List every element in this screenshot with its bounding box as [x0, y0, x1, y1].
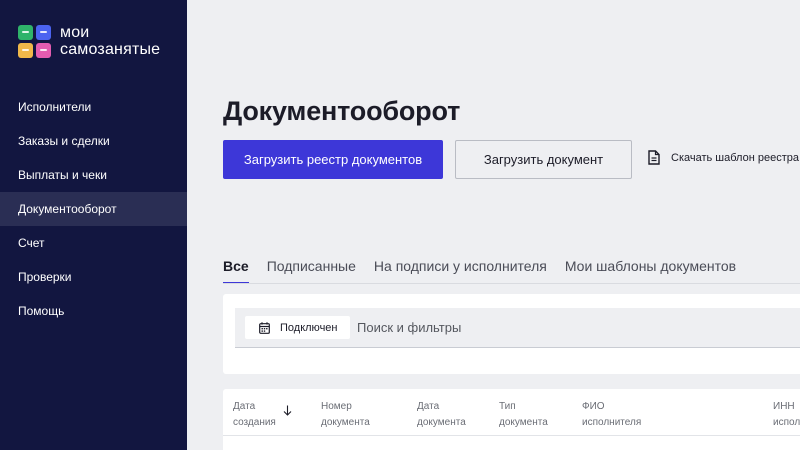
document-tabs: Все Подписанные На подписи у исполнителя…: [223, 258, 800, 284]
tab-signed[interactable]: Подписанные: [267, 258, 356, 284]
upload-document-button[interactable]: Загрузить документ: [455, 140, 632, 179]
column-header-document-date[interactable]: Дата документа: [417, 399, 466, 431]
filter-chip-connected[interactable]: Подключен: [245, 316, 350, 339]
column-header-performer-name[interactable]: ФИО исполнителя: [582, 399, 641, 431]
page-title: Документооборот: [223, 96, 461, 126]
sidebar-item-documents[interactable]: Документооборот: [0, 192, 187, 226]
sidebar-item-checks[interactable]: Проверки: [0, 260, 187, 294]
column-header-line: документа: [321, 417, 370, 428]
brand-line-2: самозанятые: [60, 41, 161, 58]
sidebar-item-orders[interactable]: Заказы и сделки: [0, 124, 187, 158]
column-header-line: ФИО: [582, 401, 605, 412]
sidebar-nav: Исполнители Заказы и сделки Выплаты и че…: [0, 90, 187, 328]
column-header-created-date[interactable]: Дата создания: [233, 399, 292, 431]
sidebar-item-payments[interactable]: Выплаты и чеки: [0, 158, 187, 192]
column-header-line: Номер: [321, 401, 352, 412]
download-template-link[interactable]: Скачать шаблон реестра: [648, 150, 799, 165]
sidebar-item-account[interactable]: Счет: [0, 226, 187, 260]
column-header-line: исполнителя: [582, 417, 642, 428]
column-header-line: Дата: [233, 401, 256, 412]
search-input[interactable]: Поиск и фильтры: [357, 320, 461, 335]
download-template-label: Скачать шаблон реестра: [671, 151, 799, 164]
table-header-divider: [223, 435, 800, 436]
column-header-line: документа: [417, 417, 466, 428]
upload-registry-button[interactable]: Загрузить реестр документов: [223, 140, 443, 179]
sidebar-item-help[interactable]: Помощь: [0, 294, 187, 328]
documents-table: Дата создания Номер документа Дата докум…: [223, 389, 800, 450]
brand-logo[interactable]: мои самозанятые: [18, 24, 160, 58]
column-header-line: создания: [233, 417, 276, 428]
tab-my-templates[interactable]: Мои шаблоны документов: [565, 258, 736, 284]
filter-panel: Подключен Поиск и фильтры: [223, 294, 800, 374]
column-header-line: ИНН: [773, 401, 795, 412]
column-header-line: Тип: [499, 401, 516, 412]
tabs-divider: [223, 283, 800, 284]
main-content: Документооборот Загрузить реестр докумен…: [187, 0, 800, 450]
column-header-document-number[interactable]: Номер документа: [321, 399, 370, 431]
column-header-line: документа: [499, 417, 548, 428]
tab-pending-signature[interactable]: На подписи у исполнителя: [374, 258, 547, 284]
sidebar: мои самозанятые Исполнители Заказы и сде…: [0, 0, 187, 450]
filter-chip-label: Подключен: [280, 321, 338, 334]
sidebar-item-performers[interactable]: Исполнители: [0, 90, 187, 124]
brand-name: мои самозанятые: [60, 24, 160, 58]
calendar-icon: [259, 321, 270, 334]
brand-line-1: мои: [60, 24, 90, 41]
column-header-line: Дата: [417, 401, 440, 412]
tab-all[interactable]: Все: [223, 258, 249, 284]
filter-bar: Подключен Поиск и фильтры: [235, 308, 800, 348]
document-icon: [648, 150, 660, 165]
logo-icon: [18, 24, 51, 58]
column-header-line: испол: [773, 417, 800, 428]
column-header-document-type[interactable]: Тип документа: [499, 399, 548, 431]
column-header-performer-inn[interactable]: ИНН испол: [773, 399, 800, 431]
sort-arrow-down-icon[interactable]: [283, 405, 292, 416]
